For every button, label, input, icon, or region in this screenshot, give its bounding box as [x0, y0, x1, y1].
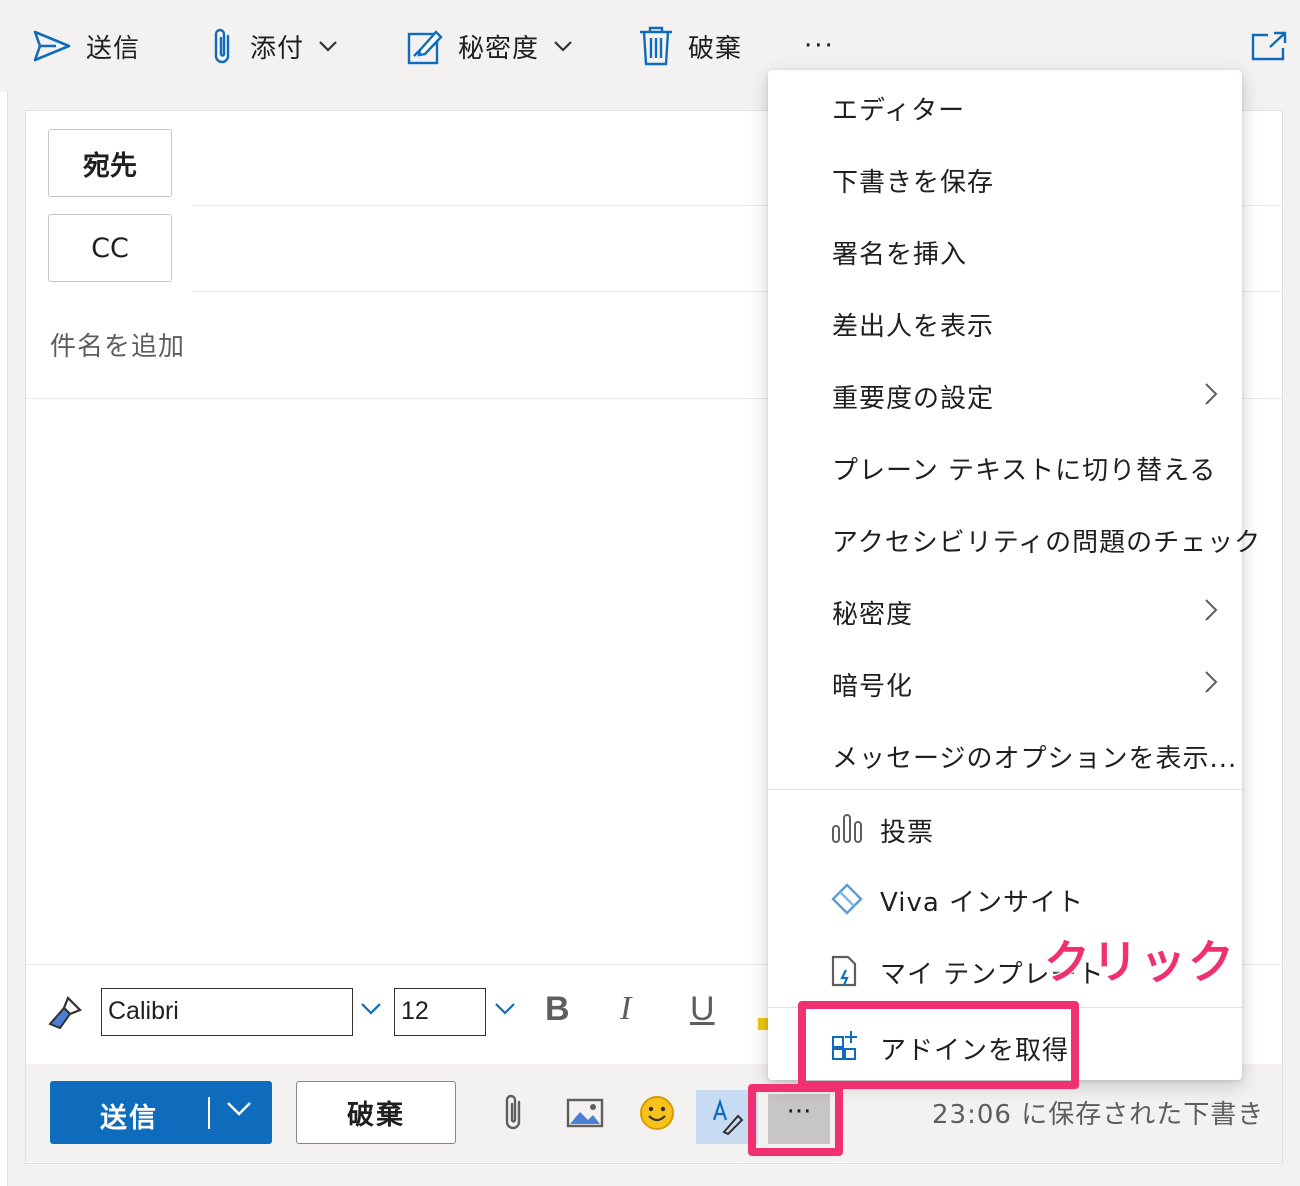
click-callout: クリック	[1043, 934, 1236, 990]
more-icon: ···	[804, 31, 835, 61]
paperclip-icon[interactable]	[502, 1092, 526, 1132]
template-icon	[831, 955, 857, 987]
menu-item-importance[interactable]: 重要度の設定	[832, 378, 994, 415]
chevron-down-icon[interactable]	[226, 1101, 252, 1117]
underline-button[interactable]: U	[690, 990, 715, 1029]
menu-item-plain-text[interactable]: プレーン テキストに切り替える	[832, 450, 1216, 487]
send-button-label: 送信	[100, 1103, 158, 1134]
toolbar-attach-label: 添付	[250, 33, 305, 64]
chevron-right-icon	[1205, 383, 1218, 405]
menu-item-message-options[interactable]: メッセージのオプションを表示...	[832, 738, 1237, 775]
toolbar-sensitivity-button[interactable]: 秘密度	[406, 22, 573, 70]
chevron-right-icon	[1205, 599, 1218, 621]
left-edge	[0, 92, 8, 1186]
toolbar-send-label: 送信	[86, 33, 141, 64]
menu-item-accessibility-check[interactable]: アクセシビリティの問題のチェック	[832, 522, 1261, 559]
send-split-divider	[208, 1097, 210, 1129]
sensitivity-icon	[407, 30, 443, 65]
highlight-box-get-addins	[798, 1001, 1079, 1089]
menu-item-show-from[interactable]: 差出人を表示	[832, 306, 994, 343]
chevron-down-icon[interactable]	[360, 1002, 382, 1016]
cc-button[interactable]: CC	[48, 214, 172, 282]
toolbar-discard-label: 破棄	[688, 33, 743, 64]
send-button[interactable]: 送信	[50, 1081, 272, 1144]
editor-icon	[712, 1098, 744, 1136]
toolbar-attach-button[interactable]: 添付	[210, 22, 338, 70]
menu-item-encrypt[interactable]: 暗号化	[832, 666, 913, 703]
menu-item-editor[interactable]: エディター	[832, 90, 965, 127]
bold-button[interactable]: B	[545, 990, 570, 1029]
menu-item-poll[interactable]: 投票	[880, 812, 934, 849]
menu-item-insert-signature[interactable]: 署名を挿入	[832, 234, 967, 271]
emoji-icon[interactable]	[638, 1094, 676, 1132]
discard-button[interactable]: 破棄	[296, 1081, 456, 1144]
chevron-right-icon	[1205, 671, 1218, 693]
toolbar-discard-button[interactable]: 破棄	[638, 22, 742, 70]
trash-icon	[640, 26, 672, 66]
poll-icon	[832, 814, 862, 843]
paperclip-icon	[214, 28, 230, 64]
highlight-box-more-button	[748, 1084, 843, 1156]
highlight-color-icon[interactable]	[758, 1018, 768, 1030]
chevron-down-icon[interactable]	[494, 1002, 516, 1016]
italic-button[interactable]: I	[620, 990, 631, 1028]
font-size-select[interactable]: 12	[394, 988, 486, 1036]
toolbar-send-button[interactable]: 送信	[32, 22, 140, 70]
toolbar-sensitivity-label: 秘密度	[458, 33, 540, 64]
toolbar-more-button[interactable]: ···	[804, 22, 835, 70]
format-painter-icon[interactable]	[46, 994, 84, 1032]
menu-item-sensitivity[interactable]: 秘密度	[832, 594, 913, 631]
menu-separator	[768, 789, 1242, 790]
to-button[interactable]: 宛先	[48, 129, 172, 197]
menu-item-save-draft[interactable]: 下書きを保存	[832, 162, 994, 199]
subject-input[interactable]: 件名を追加	[50, 326, 185, 363]
image-icon[interactable]	[566, 1098, 604, 1128]
viva-insights-icon	[831, 883, 863, 915]
draft-saved-status: 23:06 に保存された下書き	[932, 1100, 1265, 1130]
menu-item-viva-insights[interactable]: Viva インサイト	[880, 882, 1084, 919]
chevron-down-icon	[319, 41, 337, 52]
chevron-down-icon	[554, 41, 572, 52]
send-icon	[33, 30, 71, 62]
popout-button[interactable]	[1250, 22, 1288, 70]
popout-icon	[1251, 31, 1287, 61]
font-name-select[interactable]: Calibri	[101, 988, 353, 1036]
